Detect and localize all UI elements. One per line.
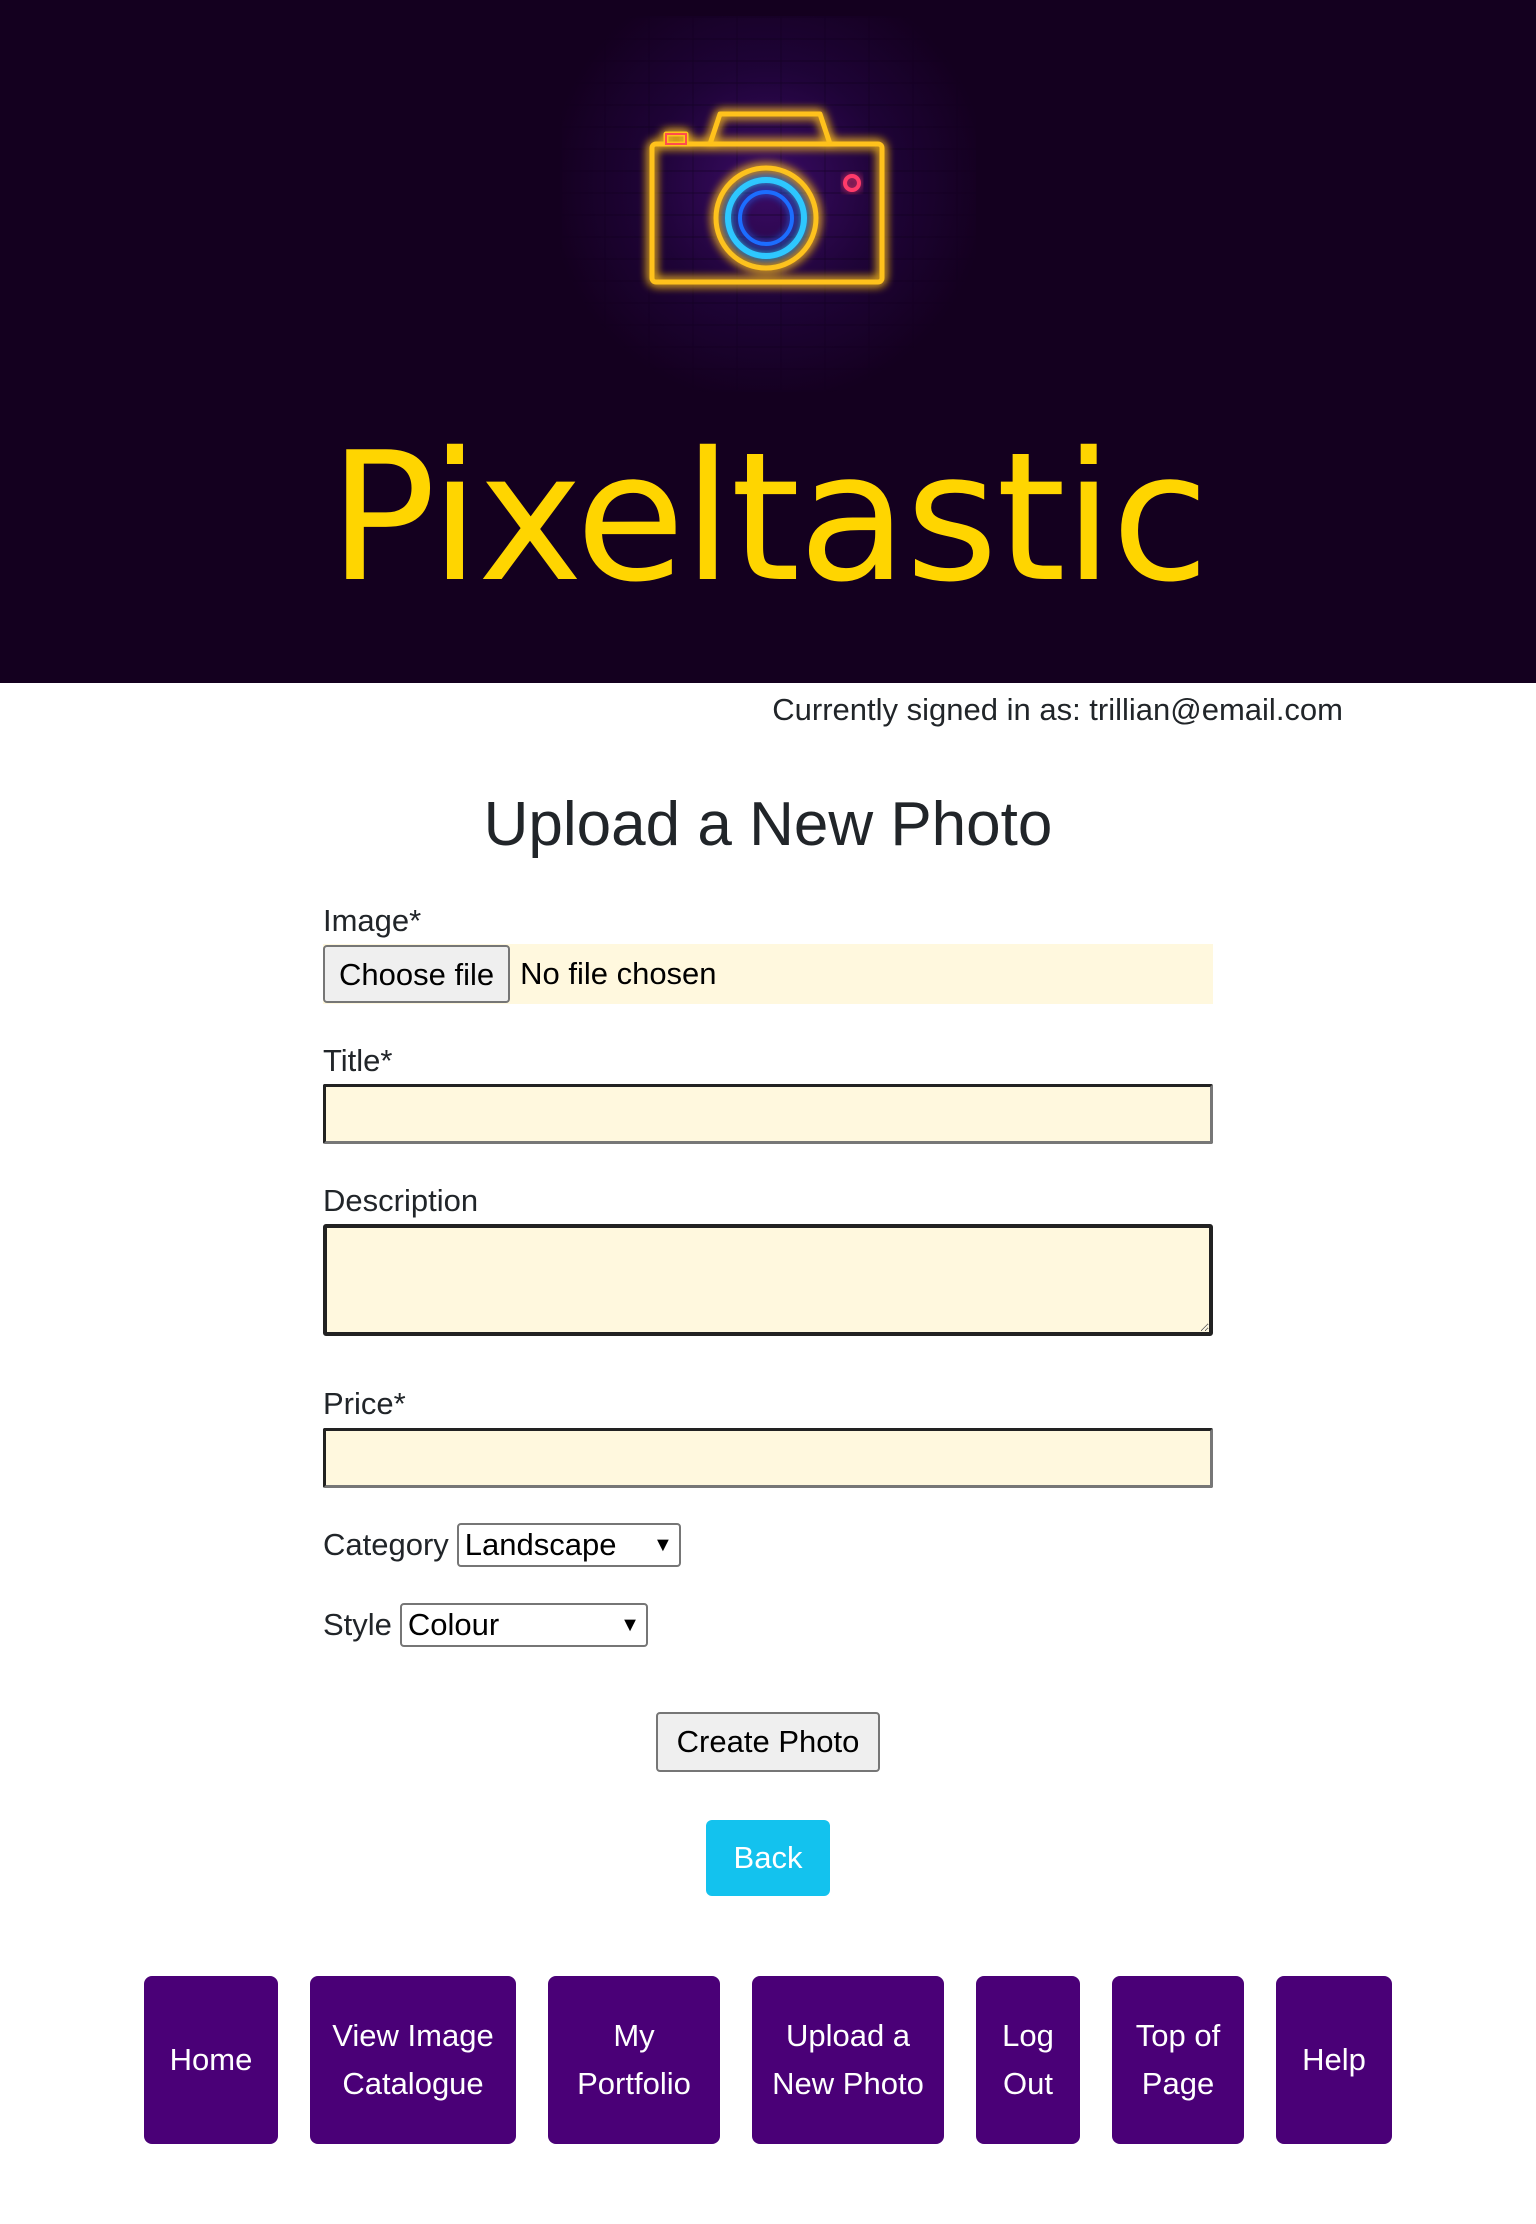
nav-top-of-page-button[interactable]: Top of Page xyxy=(1112,1976,1244,2144)
nav-item-label: Log Out xyxy=(1002,2018,1054,2101)
file-status-text: No file chosen xyxy=(520,956,717,991)
style-select[interactable]: Colour ▼ xyxy=(399,1603,648,1647)
signed-in-status: Currently signed in as: trillian@email.c… xyxy=(772,692,1343,727)
category-selected-value: Landscape xyxy=(464,1527,617,1562)
nav-item-label: View Image Catalogue xyxy=(332,2018,494,2101)
brand-title: Pixeltastic xyxy=(328,414,1209,621)
nav-item-label: Help xyxy=(1302,2042,1366,2077)
nav-my-portfolio-button[interactable]: My Portfolio xyxy=(548,1976,720,2144)
footer-nav: Home View Image Catalogue My Portfolio U… xyxy=(0,1976,1536,2144)
price-input[interactable] xyxy=(323,1428,1213,1488)
create-photo-button[interactable]: Create Photo xyxy=(656,1712,880,1772)
category-select[interactable]: Landscape ▼ xyxy=(456,1523,681,1567)
category-row: Category Landscape ▼ xyxy=(323,1523,681,1567)
title-label: Title* xyxy=(323,1043,393,1078)
choose-file-button[interactable]: Choose file xyxy=(323,945,511,1003)
neon-camera-icon xyxy=(560,16,976,392)
style-label: Style xyxy=(323,1607,392,1642)
page-title: Upload a New Photo xyxy=(483,790,1053,859)
chevron-down-icon: ▼ xyxy=(620,1613,640,1636)
nav-item-label: Upload a New Photo xyxy=(772,2018,924,2101)
description-label: Description xyxy=(323,1183,479,1218)
price-label: Price* xyxy=(323,1386,406,1421)
nav-help-button[interactable]: Help xyxy=(1276,1976,1392,2144)
style-row: Style Colour ▼ xyxy=(323,1603,648,1647)
nav-home-button[interactable]: Home xyxy=(144,1976,278,2144)
style-selected-value: Colour xyxy=(407,1607,500,1642)
nav-item-label: My Portfolio xyxy=(577,2018,691,2101)
back-button[interactable]: Back xyxy=(706,1820,830,1896)
nav-upload-new-photo-button[interactable]: Upload a New Photo xyxy=(752,1976,944,2144)
nav-item-label: Home xyxy=(169,2042,253,2077)
image-file-input[interactable]: Choose file No file chosen xyxy=(323,944,1213,1004)
description-textarea[interactable] xyxy=(323,1224,1213,1336)
chevron-down-icon: ▼ xyxy=(653,1533,673,1556)
category-label: Category xyxy=(323,1527,449,1562)
nav-log-out-button[interactable]: Log Out xyxy=(976,1976,1080,2144)
title-input[interactable] xyxy=(323,1084,1213,1144)
image-label: Image* xyxy=(323,903,422,938)
nav-view-image-catalogue-button[interactable]: View Image Catalogue xyxy=(310,1976,516,2144)
site-header: Pixeltastic xyxy=(0,0,1536,683)
nav-item-label: Top of Page xyxy=(1135,2018,1221,2101)
